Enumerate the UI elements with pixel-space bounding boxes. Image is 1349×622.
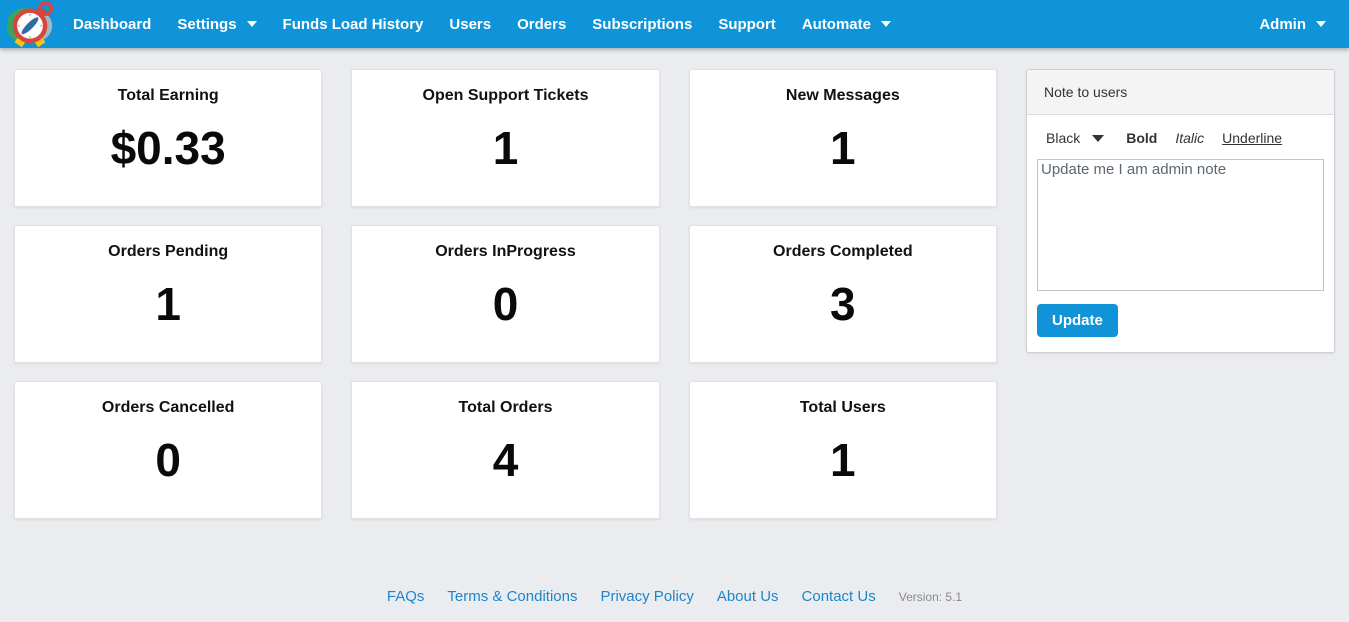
italic-button[interactable]: Italic [1175,130,1204,146]
stat-card-value: $0.33 [15,124,321,172]
page-footer: FAQs Terms & Conditions Privacy Policy A… [0,588,1349,605]
nav-item-orders[interactable]: Orders [504,0,579,48]
footer-link-about-us[interactable]: About Us [717,588,779,605]
nav-item-label: Settings [177,16,236,33]
bold-button[interactable]: Bold [1126,130,1157,146]
footer-link-terms-conditions[interactable]: Terms & Conditions [447,588,577,605]
stat-card-value: 3 [690,280,996,328]
nav-item-subscriptions[interactable]: Subscriptions [579,0,705,48]
stat-card-value: 4 [352,436,658,484]
nav-item-label: Dashboard [73,16,151,33]
stat-card-total-users: Total Users 1 [689,381,997,519]
stat-card-title: Orders Cancelled [15,397,321,418]
footer-link-privacy-policy[interactable]: Privacy Policy [600,588,693,605]
note-textarea[interactable]: Update me I am admin note [1037,159,1324,291]
stat-card-orders-inprogress: Orders InProgress 0 [351,225,659,363]
stat-card-title: Orders Completed [690,241,996,262]
nav-item-label: Users [449,16,491,33]
update-note-button[interactable]: Update [1037,304,1118,337]
stat-card-title: Orders InProgress [352,241,658,262]
chevron-down-icon [247,21,257,27]
nav-item-label: Funds Load History [283,16,424,33]
stat-card-title: New Messages [690,85,996,106]
stat-card-title: Total Earning [15,85,321,106]
nav-item-automate[interactable]: Automate [789,0,904,48]
main-content: Total Earning $0.33 Open Support Tickets… [0,48,1349,519]
nav-item-label: Automate [802,16,871,33]
text-color-select[interactable]: Black [1046,130,1104,146]
stat-card-title: Orders Pending [15,241,321,262]
stat-card-orders-pending: Orders Pending 1 [14,225,322,363]
underline-button[interactable]: Underline [1222,130,1282,146]
note-to-users-panel: Note to users Black Bold Italic Underlin… [1026,69,1335,353]
chevron-down-icon [881,21,891,27]
stat-card-new-messages: New Messages 1 [689,69,997,207]
stat-card-total-orders: Total Orders 4 [351,381,659,519]
top-navbar: Dashboard Settings Funds Load History Us… [0,0,1349,48]
app-logo[interactable] [6,0,54,48]
stat-card-title: Total Users [690,397,996,418]
admin-menu-label: Admin [1259,16,1306,33]
footer-link-contact-us[interactable]: Contact Us [802,588,876,605]
nav-item-label: Subscriptions [592,16,692,33]
nav-item-admin[interactable]: Admin [1246,0,1339,48]
stat-card-orders-completed: Orders Completed 3 [689,225,997,363]
stat-card-total-earning: Total Earning $0.33 [14,69,322,207]
stats-cards-grid: Total Earning $0.33 Open Support Tickets… [14,69,997,519]
version-text: Version: 5.1 [899,590,962,604]
stat-card-title: Open Support Tickets [352,85,658,106]
nav-item-funds-load-history[interactable]: Funds Load History [270,0,437,48]
nav-item-dashboard[interactable]: Dashboard [60,0,164,48]
stat-card-value: 1 [15,280,321,328]
stat-card-open-support-tickets: Open Support Tickets 1 [351,69,659,207]
chevron-down-icon [1092,135,1104,142]
text-color-select-value: Black [1046,130,1080,146]
nav-item-users[interactable]: Users [436,0,504,48]
nav-item-label: Support [718,16,776,33]
nav-items: Dashboard Settings Funds Load History Us… [60,0,904,48]
stat-card-value: 0 [15,436,321,484]
stat-card-value: 1 [690,124,996,172]
chevron-down-icon [1316,21,1326,27]
compass-clock-logo-icon [6,0,54,48]
note-editor-toolbar: Black Bold Italic Underline [1027,115,1334,159]
stat-card-value: 1 [690,436,996,484]
footer-link-faqs[interactable]: FAQs [387,588,425,605]
nav-item-support[interactable]: Support [705,0,789,48]
stat-card-value: 1 [352,124,658,172]
note-panel-title: Note to users [1027,70,1334,115]
nav-item-label: Orders [517,16,566,33]
nav-item-settings[interactable]: Settings [164,0,269,48]
stat-card-orders-cancelled: Orders Cancelled 0 [14,381,322,519]
stat-card-title: Total Orders [352,397,658,418]
stat-card-value: 0 [352,280,658,328]
